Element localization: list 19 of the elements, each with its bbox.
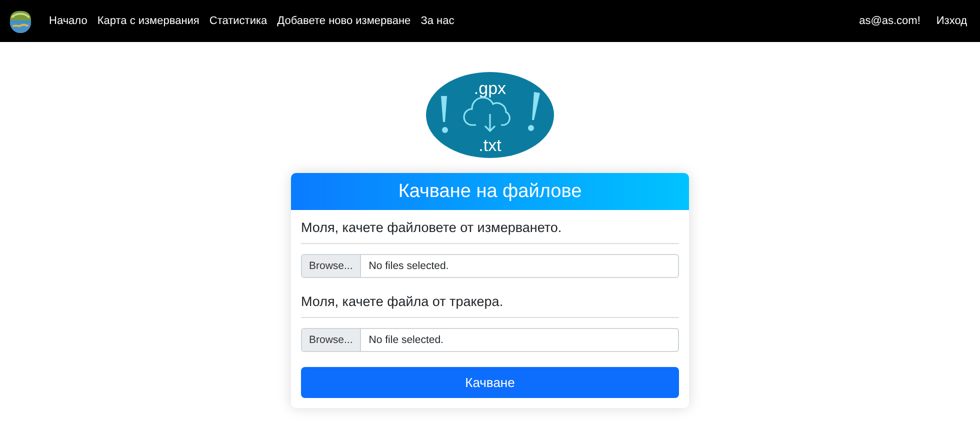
file-input[interactable]: Browse... No file selected.: [301, 328, 679, 352]
nav-link[interactable]: Карта с измервания: [92, 15, 204, 27]
card-title: Качване на файлове: [291, 173, 689, 210]
nav-link[interactable]: За нас: [416, 15, 460, 27]
field-label: Моля, качете файла от тракера.: [301, 294, 679, 318]
user-link[interactable]: as@as.com!: [854, 15, 926, 27]
browse-button[interactable]: Browse...: [302, 329, 361, 351]
logout-link[interactable]: Изход: [931, 15, 972, 27]
globe-logo-icon[interactable]: [8, 8, 33, 34]
nav-link[interactable]: Статистика: [204, 15, 272, 27]
file-status: No file selected.: [368, 333, 444, 348]
nav-link[interactable]: Добавете ново измерване: [272, 15, 416, 27]
field-label: Моля, качете файловете от измерването.: [301, 220, 679, 244]
nav-link[interactable]: Начало: [44, 15, 92, 27]
browse-button[interactable]: Browse...: [302, 255, 361, 277]
file-input[interactable]: Browse... No files selected.: [301, 254, 679, 278]
file-status: No files selected.: [368, 259, 449, 274]
upload-logo-drawing: .gpx .txt: [426, 72, 554, 158]
upload-button[interactable]: Качване: [301, 367, 679, 398]
